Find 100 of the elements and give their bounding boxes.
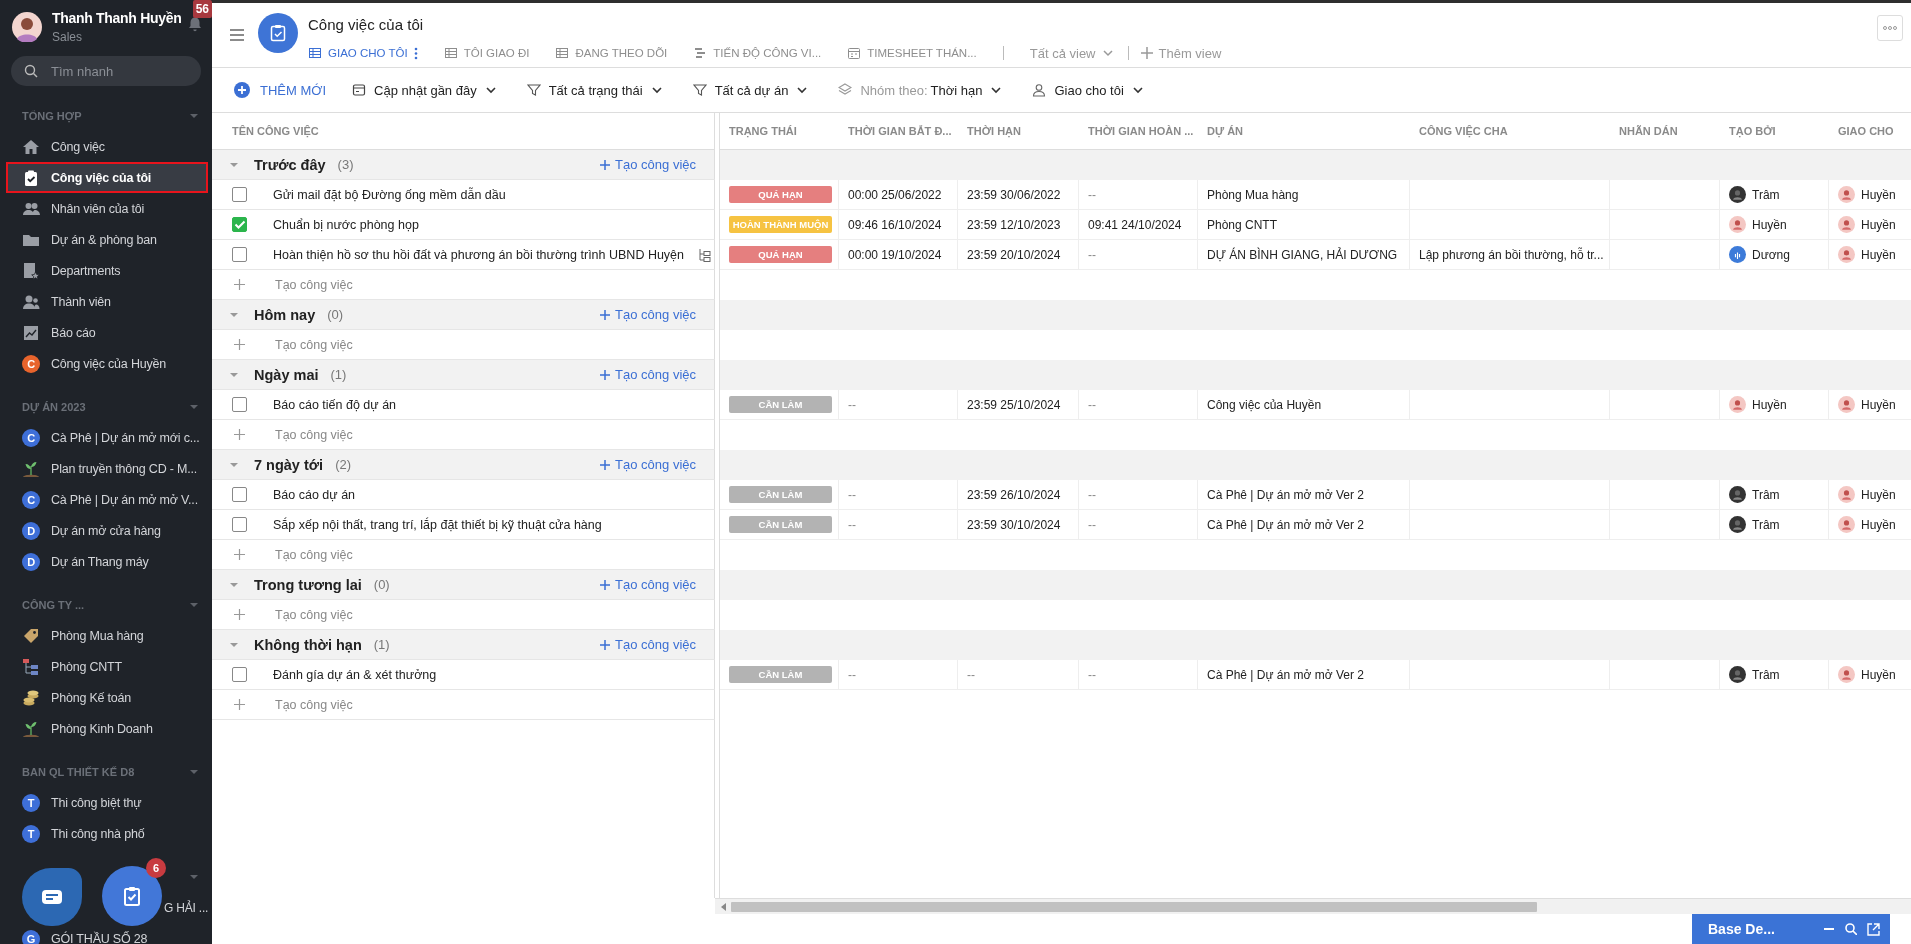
checkbox[interactable] [232,487,247,502]
plant-icon [22,459,40,478]
new-task-field[interactable]: Tạo công việc [273,696,477,713]
group-count: (1) [330,367,347,382]
calendar-icon [847,46,862,60]
task-name[interactable]: Báo cáo tiến độ dự án [273,397,397,412]
sidebar-item[interactable]: Thành viên [0,286,212,317]
create-task-link[interactable]: Tạo công việc [600,637,696,652]
filter-dropdown[interactable]: Cập nhật gần đây [352,82,497,98]
chat-button[interactable] [22,868,82,926]
new-task-field[interactable]: Tạo công việc [273,606,477,623]
deadline: 23:59 30/06/2022 [967,187,1061,202]
sidebar-item[interactable]: Phòng Kinh Doanh [0,713,212,744]
filter-dropdown[interactable]: Tất cả dự án [692,82,809,98]
project-name: Phòng CNTT [1207,217,1278,232]
letter-badge: T [22,824,40,843]
sidebar-item[interactable]: Nhân viên của tôi [0,193,212,224]
plus-icon [234,339,245,350]
column-header: CÔNG VIỆC CHA [1419,125,1508,137]
sidebar-item[interactable]: Phòng Mua hàng [0,620,212,651]
checkbox[interactable] [232,217,247,232]
checkbox[interactable] [232,247,247,262]
creator-name: Trâm [1752,667,1780,682]
sidebar-item[interactable]: C Công việc của Huyền [0,348,212,379]
sidebar-item[interactable]: Báo cáo [0,317,212,348]
checkbox[interactable] [232,517,247,532]
task-name[interactable]: Đánh gía dự án & xét thưởng [273,667,437,682]
create-task-link[interactable]: Tạo công việc [600,457,696,472]
filter-dropdown[interactable]: Nhóm theo: Thời hạn [838,82,1003,98]
sidebar-item[interactable]: Công việc của tôi [6,162,208,193]
widget-title: Base De... [1708,921,1775,937]
status-badge: CẦN LÀM [729,486,832,503]
sidebar-item[interactable]: Phòng Kế toán [0,682,212,713]
group-title: Trong tương lai [254,576,362,593]
scrollbar-thumb[interactable] [731,902,1537,912]
task-name[interactable]: Gửi mail đặt bộ Đường ống mềm dẫn dầu [273,187,506,202]
start-time: -- [848,487,856,502]
sidebar-item[interactable]: C Cà Phê | Dự án mở mới c... [0,422,212,453]
deadline: 23:59 25/10/2024 [967,397,1061,412]
project-name: Phòng Mua hàng [1207,187,1299,202]
sidebar-item[interactable]: Departments [0,255,212,286]
section-title: DỰ ÁN 2023 [22,401,86,413]
completed-time: -- [1088,487,1096,502]
start-time: 00:00 19/10/2024 [848,247,942,262]
deadline: -- [967,667,975,682]
sidebar-item[interactable]: G GÓI THẦU SỐ 28 [0,923,212,944]
message-icon [41,888,63,906]
letter-badge: C [22,354,40,373]
checkbox[interactable] [232,187,247,202]
deadline: 23:59 26/10/2024 [967,487,1061,502]
sidebar-item[interactable]: T Thi công nhà phố [0,818,212,849]
task-name[interactable]: Báo cáo dự án [273,487,356,502]
new-task-field[interactable]: Tạo công việc [273,276,477,293]
start-time: 00:00 25/06/2022 [848,187,942,202]
chart-icon [22,323,40,342]
new-task-field[interactable]: Tạo công việc [273,336,477,353]
sidebar-item[interactable]: D Dự án Thang máy [0,546,212,577]
create-task-link[interactable]: Tạo công việc [600,157,696,172]
create-task-link[interactable]: Tạo công việc [600,577,696,592]
task-name[interactable]: Hoàn thiện hồ sơ thu hồi đất và phương án bồi thường trình UBND Huyện [273,247,684,262]
sidebar-item[interactable]: T Thi công biệt thự [0,787,212,818]
open-external-icon [1867,922,1880,936]
completed-time: -- [1088,247,1096,262]
horizontal-scrollbar[interactable] [715,898,1911,914]
group-count: (0) [373,577,390,592]
add-new-button[interactable]: THÊM MỚI [234,82,327,98]
sidebar-item[interactable]: Plan truyền thông CD - M... [0,453,212,484]
clipboard-check-icon [122,885,142,907]
sidebar-item[interactable]: C Cà Phê | Dự án mở mở V... [0,484,212,515]
create-task-link[interactable]: Tạo công việc [600,307,696,322]
new-task-field[interactable]: Tạo công việc [273,546,477,563]
status-badge: QUÁ HẠN [729,186,832,203]
column-header: NHÃN DÁN [1619,125,1678,137]
task-name[interactable]: Chuẩn bị nước phòng họp [273,217,419,232]
view-tab[interactable]: GIAO CHO TÔI [308,46,418,60]
assignee-name: Huyền [1861,187,1896,202]
checkbox[interactable] [232,667,247,682]
filter-dropdown[interactable]: Giao cho tôi [1032,82,1144,98]
sidebar-item[interactable]: G HẢI ... [164,892,209,923]
group-title: Trước đây [254,156,326,173]
filter-dropdown[interactable]: Tất cả trạng thái [526,82,663,98]
deadline: 23:59 30/10/2024 [967,517,1061,532]
assignee-name: Huyền [1861,487,1896,502]
checkbox[interactable] [232,397,247,412]
plus-icon [600,579,611,590]
creator-name: Huyền [1752,217,1787,232]
tasks-button[interactable] [102,866,162,926]
user-role: Sales [52,30,84,44]
create-task-link[interactable]: Tạo công việc [600,367,696,382]
search-field[interactable]: Tìm nhanh [11,56,201,86]
task-name[interactable]: Sắp xếp nội thất, trang trí, lắp đặt thiết bị kỹ thuật cửa hàng [273,517,602,532]
column-header: DỰ ÁN [1207,125,1243,137]
count-badge: 6 [146,858,166,878]
sidebar-item[interactable]: Công việc [0,131,212,162]
sidebar-item[interactable]: Dự án & phòng ban [0,224,212,255]
new-task-field[interactable]: Tạo công việc [273,426,477,443]
sidebar-item[interactable]: Phòng CNTT [0,651,212,682]
chat-widget[interactable]: Base De... [1692,914,1890,944]
sidebar-item[interactable]: D Dự án mở cửa hàng [0,515,212,546]
more-button[interactable] [1877,15,1903,41]
